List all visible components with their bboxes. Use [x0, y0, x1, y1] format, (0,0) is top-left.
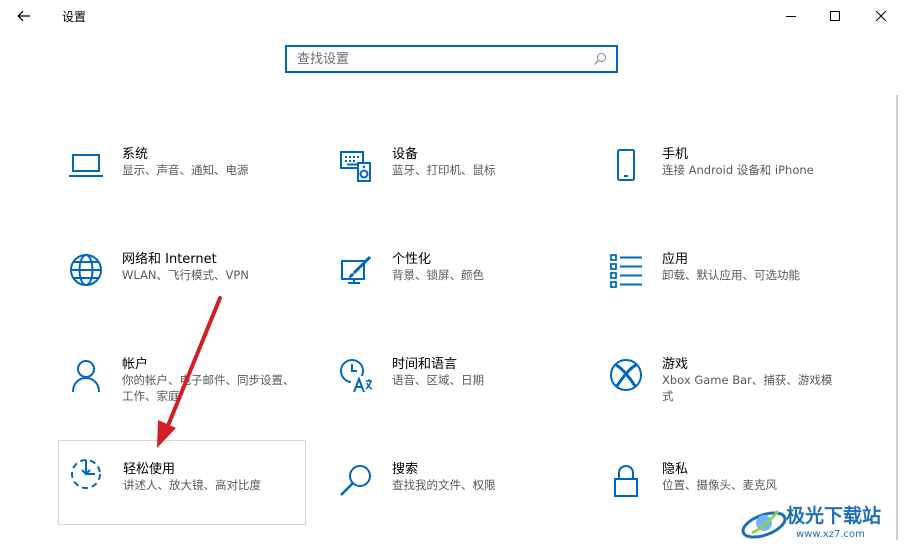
annotation-arrow [157, 296, 222, 448]
watermark-logo [741, 510, 787, 539]
watermark-title: 极光下载站 [786, 505, 882, 527]
watermark: 极光下载站 www.xz7.com [740, 495, 900, 551]
watermark-url: www.xz7.com [796, 529, 865, 540]
